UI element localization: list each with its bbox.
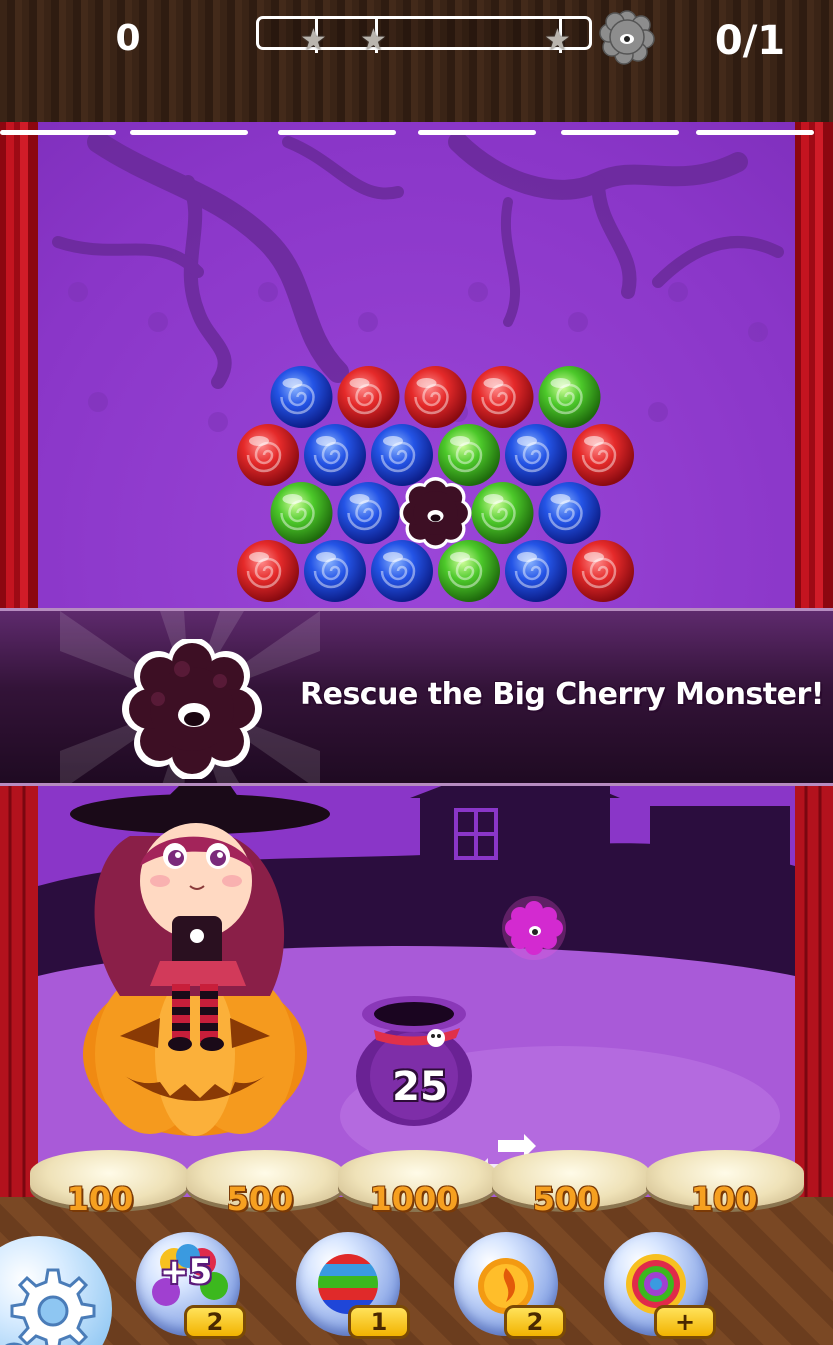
star-icon: ★: [544, 23, 571, 58]
score-pad-value: 1000: [369, 1180, 459, 1218]
booster-count: 2: [184, 1305, 246, 1339]
bubble-red: [337, 366, 400, 428]
booster-buy-button[interactable]: +: [654, 1305, 716, 1339]
score-pad-value: 100: [690, 1180, 758, 1218]
bubble-blue: [538, 482, 601, 544]
jack-o-lantern: [83, 972, 307, 1136]
bubble-grid[interactable]: [0, 122, 833, 622]
bubble-red: [237, 540, 299, 602]
booster-count: 2: [504, 1305, 566, 1339]
bubble-green: [270, 482, 333, 544]
bubble-blue: [304, 540, 366, 602]
next-monster-bubble: [502, 896, 566, 960]
bubble-blue: [270, 366, 333, 428]
booster-count: 1: [348, 1305, 410, 1339]
goal-counter: 0/1: [714, 18, 786, 64]
cherry-monster-icon: [122, 639, 262, 779]
bubble-green: [438, 540, 500, 602]
objective-message: Rescue the Big Cherry Monster!: [300, 677, 824, 712]
bubble-blue: [505, 540, 567, 602]
bubble-green: [471, 482, 534, 544]
bubble-green: [538, 366, 601, 428]
score-value: 0: [115, 18, 141, 59]
bubble-blue: [337, 482, 400, 544]
score-pad-value: 500: [226, 1180, 294, 1218]
bubble-blue: [371, 424, 433, 486]
star-icon: ★: [300, 23, 327, 58]
plus-five-label: +5: [160, 1252, 213, 1292]
gear-icon: [4, 1268, 96, 1345]
bubble-blue: [304, 424, 366, 486]
cherry-monster-goal-icon: [599, 10, 655, 65]
score-pad-value: 100: [66, 1180, 134, 1218]
bubble-green: [438, 424, 500, 486]
bubble-blue: [371, 540, 433, 602]
bubble-red: [572, 540, 634, 602]
settings-button[interactable]: [0, 1236, 112, 1345]
bubble-red: [404, 366, 467, 428]
bubble-red: [572, 424, 634, 486]
top-hud: 0 ★ ★ ★ 0/1: [0, 0, 833, 122]
launcher-scene: [0, 786, 833, 1197]
bubble-red: [471, 366, 534, 428]
trapped-monster-bubble: [399, 477, 472, 549]
objective-banner: Rescue the Big Cherry Monster!: [0, 608, 833, 786]
score-pad-value: 500: [532, 1180, 600, 1218]
bubble-blue: [505, 424, 567, 486]
bubble-red: [237, 424, 299, 486]
shots-remaining: 25: [392, 1064, 448, 1110]
star-icon: ★: [360, 23, 387, 58]
